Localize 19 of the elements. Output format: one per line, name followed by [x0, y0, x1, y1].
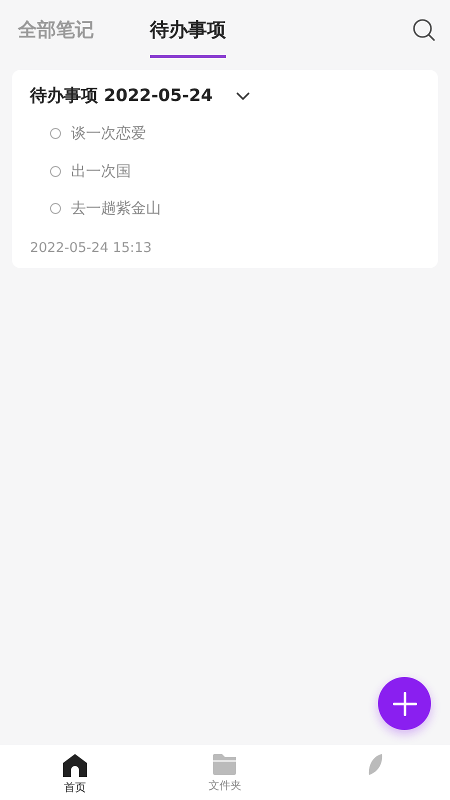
timestamp: 2022-05-24 15:13: [30, 240, 153, 256]
checkbox[interactable]: [50, 166, 61, 177]
search-icon[interactable]: [412, 18, 436, 42]
todo-item: 去一趟紫金山: [71, 199, 161, 218]
folder-icon: [212, 753, 238, 775]
todo-item: 谈一次恋爱: [71, 124, 146, 144]
plus-icon: [392, 692, 416, 716]
leaf-icon: [367, 753, 383, 777]
checkbox[interactable]: [50, 128, 61, 140]
home-icon: [62, 753, 88, 777]
nav-tab[interactable]: 文件夹: [150, 745, 300, 800]
todo-card[interactable]: 待办事项 2022-05-24 谈一次恋爱 出一次国 去一趟紫金山 2022-05-24 15:13: [12, 70, 438, 268]
tab[interactable]: 待办事项: [150, 17, 226, 58]
chevron-icon[interactable]: [234, 90, 251, 100]
card-title: 待办事项 2022-05-24: [30, 85, 213, 107]
nav-tab[interactable]: 首页: [0, 745, 150, 800]
checkbox[interactable]: [50, 203, 61, 214]
todo-item: 出一次国: [71, 162, 131, 181]
add-button[interactable]: [378, 677, 431, 730]
